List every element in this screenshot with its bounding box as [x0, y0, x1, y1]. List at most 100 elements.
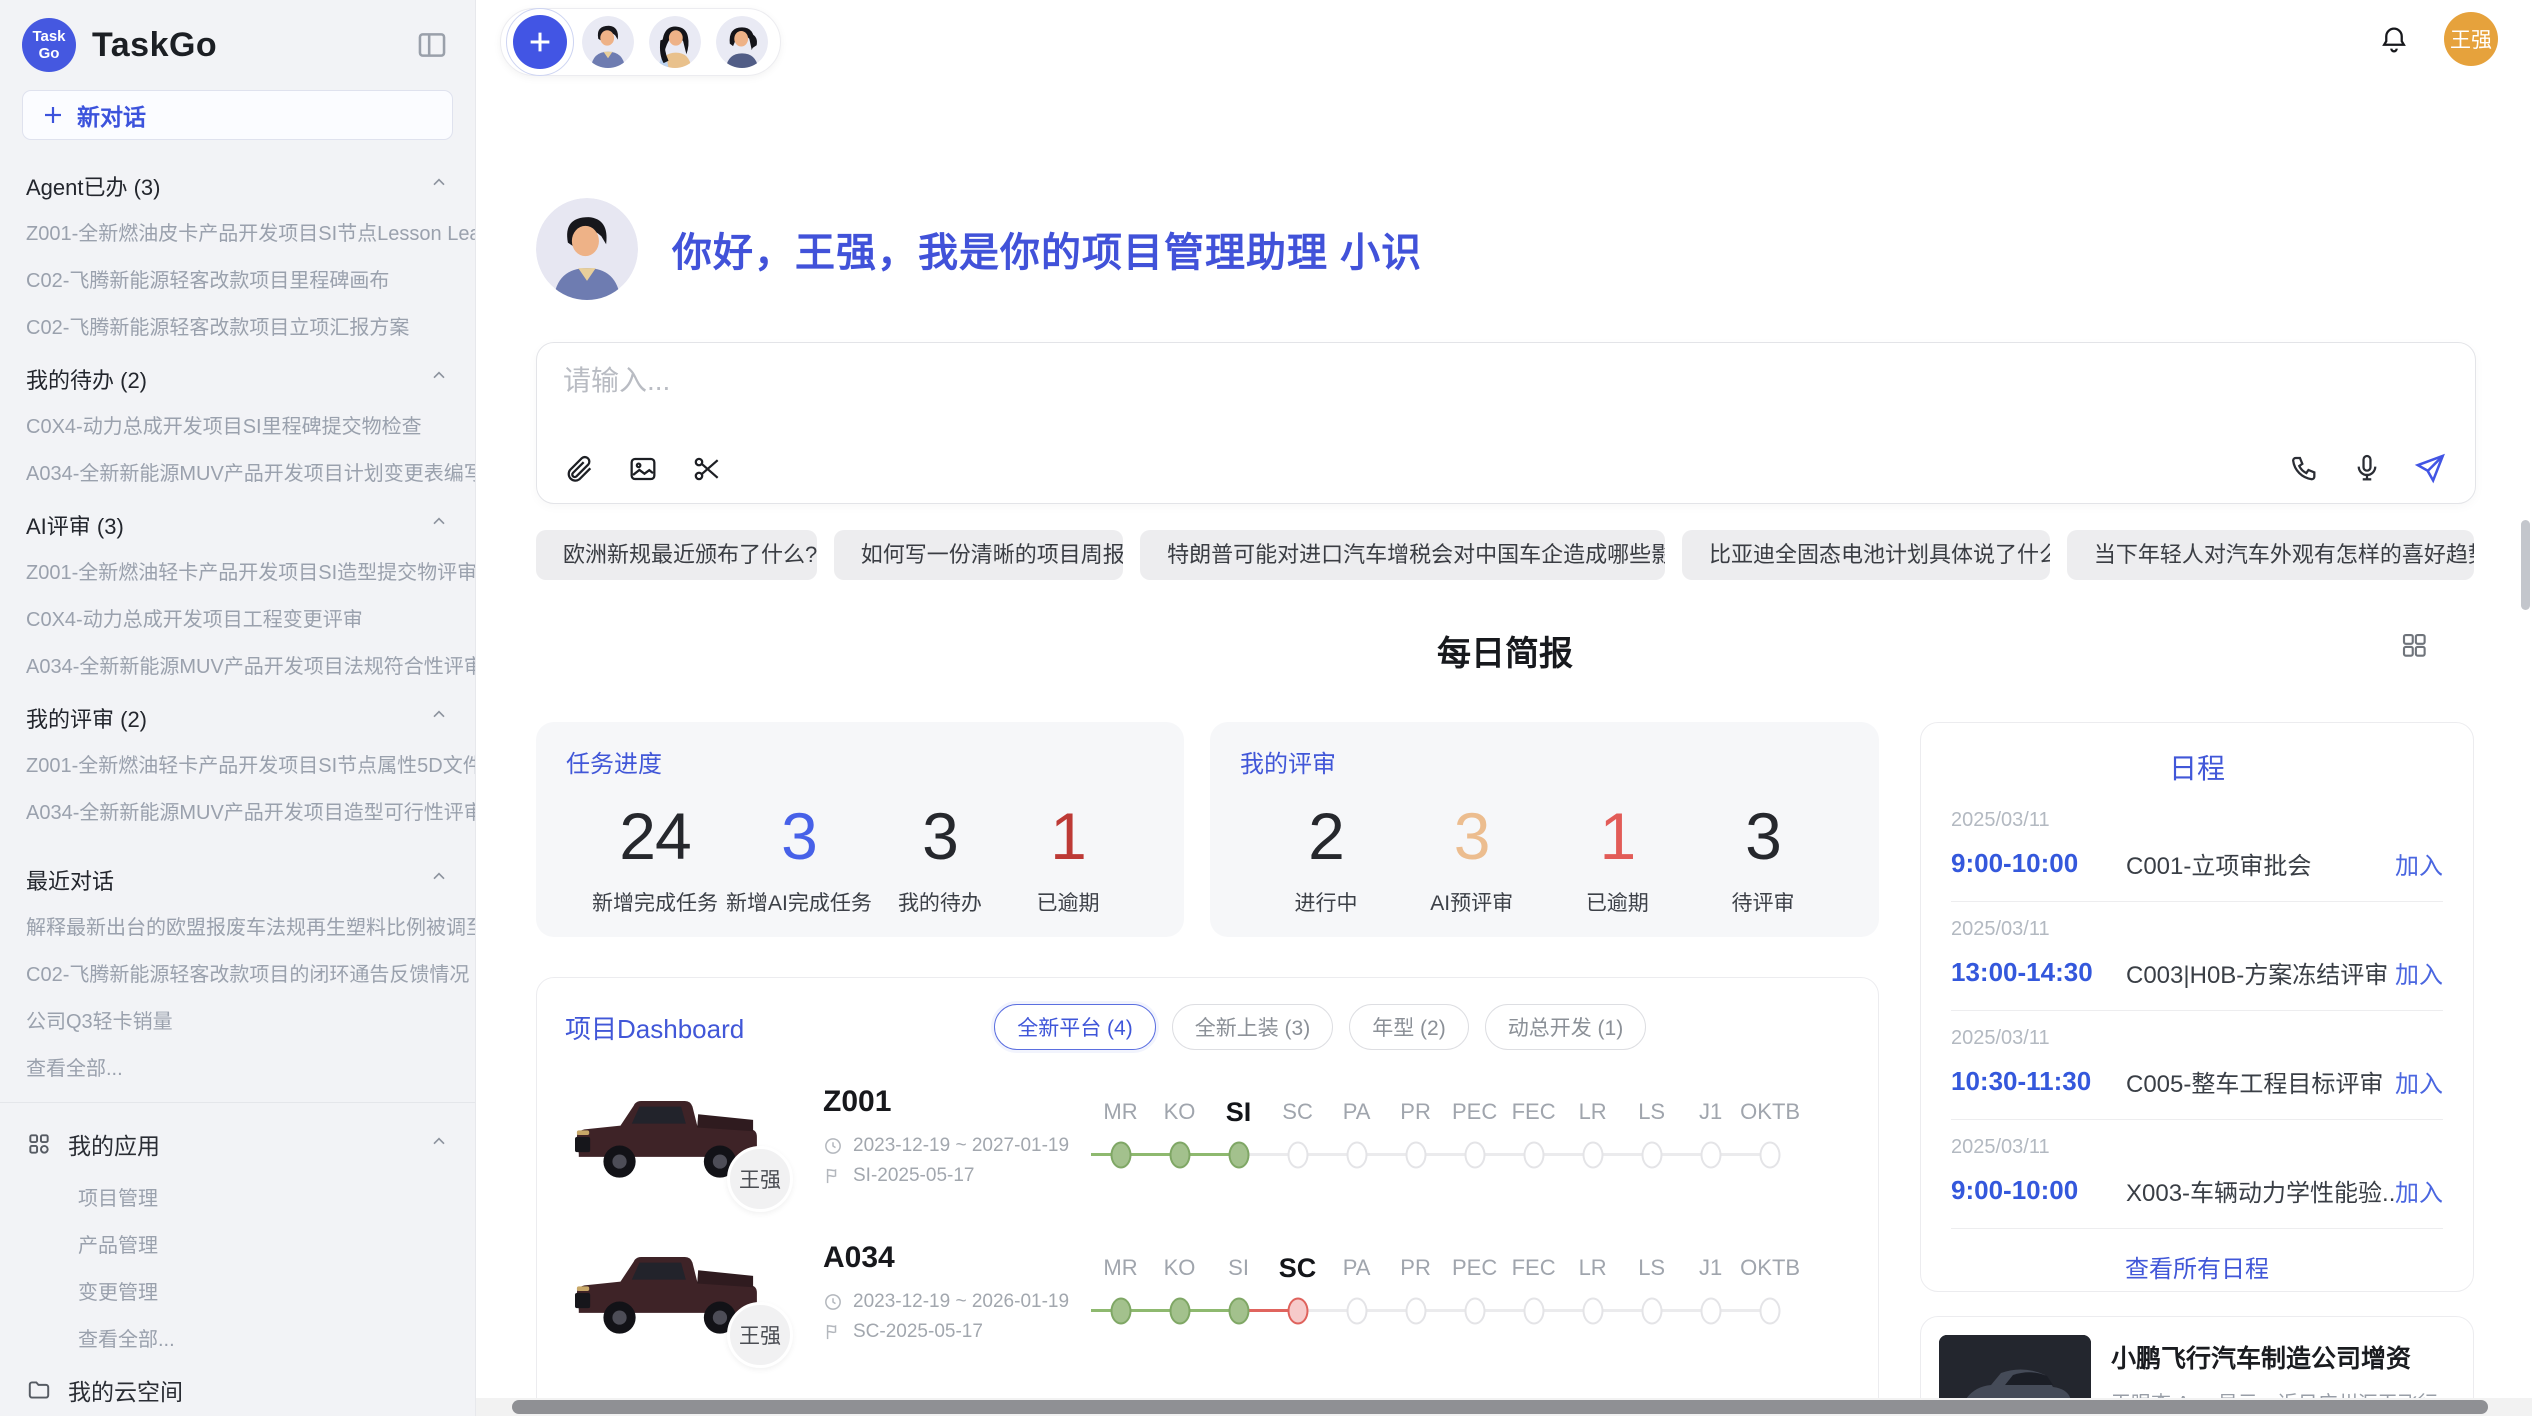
app-item[interactable]: 项目管理	[0, 1173, 475, 1220]
milestone-label: MR	[1091, 1095, 1150, 1129]
sidebar-task-item[interactable]: A034-全新新能源MUV产品开发项目法规符合性评审	[0, 641, 475, 688]
section-header[interactable]: 最近对话	[0, 850, 475, 902]
sidebar-task-item[interactable]: A034-全新新能源MUV产品开发项目造型可行性评审	[0, 787, 475, 834]
milestone-dot	[1169, 1142, 1190, 1169]
stats: 24 新增完成任务 3 新增AI完成任务 3	[566, 779, 1154, 917]
chevron-up-icon[interactable]	[429, 867, 449, 893]
chevron-up-icon[interactable]	[429, 366, 449, 392]
schedule-line: 10:30-11:30 C005-整车工程目标评审 加入	[1951, 1064, 2443, 1099]
suggestion-chip[interactable]: 特朗普可能对进口汽车增税会对中国车企造成哪些影响	[1140, 530, 1665, 580]
sidebar-task-item[interactable]: Z001-全新燃油皮卡产品开发项目SI节点Lesson Learn报告	[0, 208, 475, 255]
chevron-up-icon[interactable]	[429, 512, 449, 538]
section-header[interactable]: 我的待办 (2)	[0, 349, 475, 401]
milestone-dot	[1641, 1298, 1662, 1325]
section-header[interactable]: AI评审 (3)	[0, 495, 475, 547]
phone-icon[interactable]	[2289, 452, 2321, 484]
section-header[interactable]: Agent已办 (3)	[0, 156, 475, 208]
session-avatar-1[interactable]	[582, 16, 634, 68]
sidebar-task-item[interactable]: Z001-全新燃油轻卡产品开发项目SI造型提交物评审	[0, 547, 475, 594]
recent-chat-item[interactable]: C02-飞腾新能源轻客改款项目的闭环通告反馈情况	[0, 949, 475, 996]
section-header[interactable]: 我的评审 (2)	[0, 688, 475, 740]
sidebar-task-item[interactable]: C02-飞腾新能源轻客改款项目里程碑画布	[0, 255, 475, 302]
dashboard-tab[interactable]: 全新平台 (4)	[994, 1004, 1156, 1050]
sidebar-lists: Agent已办 (3) Z001-全新燃油皮卡产品开发项目SI节点Lesson …	[0, 156, 475, 1416]
user-name: 王强	[2450, 24, 2492, 54]
news-title: 小鹏飞行汽车制造公司增资	[2111, 1339, 2455, 1375]
suggestion-chip[interactable]: 比亚迪全固态电池计划具体说了什么	[1682, 530, 2050, 580]
recent-chat-item[interactable]: 公司Q3轻卡销量	[0, 996, 475, 1043]
image-icon[interactable]	[627, 453, 659, 485]
sidebar-task-item[interactable]: C02-飞腾新能源轻客改款项目立项汇报方案	[0, 302, 475, 349]
milestone-label: LR	[1563, 1095, 1622, 1129]
owner-name: 王强	[739, 1164, 781, 1194]
chevron-up-icon[interactable]	[429, 705, 449, 731]
attachment-icon[interactable]	[563, 453, 595, 485]
sidebar-item-cloud-space[interactable]: 我的云空间	[0, 1361, 475, 1416]
chevron-up-icon[interactable]	[429, 173, 449, 199]
notification-bell-icon[interactable]	[2378, 24, 2410, 61]
scissors-icon[interactable]	[691, 453, 723, 485]
recent-chat-item[interactable]: 解释最新出台的欧盟报废车法规再生塑料比例被调至15%...	[0, 902, 475, 949]
project-row[interactable]: 王强 Z001 2023-12-19 ~ 2027-01-19 SI	[565, 1066, 1850, 1206]
milestone-dot-row	[1327, 1289, 1386, 1333]
project-row[interactable]: 王强 A034 2023-12-19 ~ 2026-01-19 SC	[565, 1222, 1850, 1362]
app-item[interactable]: 变更管理	[0, 1267, 475, 1314]
suggestion-chip[interactable]: 如何写一份清晰的项目周报	[834, 530, 1123, 580]
dashboard-tab[interactable]: 全新上装 (3)	[1172, 1004, 1334, 1050]
new-session-button[interactable]	[513, 15, 567, 69]
task-progress-card: 任务进度 24 新增完成任务 3 新增AI	[536, 722, 1184, 937]
send-icon[interactable]	[2413, 451, 2447, 485]
recent-view-all[interactable]: 查看全部...	[0, 1043, 475, 1090]
milestone-label: J1	[1681, 1251, 1740, 1285]
suggestion-chip[interactable]: 欧洲新规最近颁布了什么?	[536, 530, 817, 580]
sidebar-task-item[interactable]: C0X4-动力总成开发项目SI里程碑提交物检查	[0, 401, 475, 448]
suggestion-chip[interactable]: 当下年轻人对汽车外观有怎样的喜好趋势	[2067, 530, 2474, 580]
flag-date: SC-2025-05-17	[853, 1321, 983, 1343]
join-button[interactable]: 加入	[2395, 846, 2443, 881]
owner-name: 王强	[739, 1320, 781, 1350]
stat-cell: 3 AI预评审	[1412, 793, 1532, 917]
dashboard-tab[interactable]: 年型 (2)	[1349, 1004, 1469, 1050]
milestone-dot-row	[1622, 1289, 1681, 1333]
project-dates: 2023-12-19 ~ 2026-01-19	[823, 1291, 1067, 1313]
app-item[interactable]: 产品管理	[0, 1220, 475, 1267]
stat-cell: 2 进行中	[1266, 793, 1386, 917]
user-avatar[interactable]: 王强	[2444, 12, 2498, 66]
owner-badge: 王强	[727, 1146, 793, 1212]
join-button[interactable]: 加入	[2395, 1064, 2443, 1099]
new-chat-button[interactable]: 新对话	[22, 90, 453, 140]
vertical-scrollbar-thumb[interactable]	[2521, 520, 2530, 610]
dashboard-tab[interactable]: 动总开发 (1)	[1485, 1004, 1647, 1050]
horizontal-scrollbar-track	[476, 1398, 2532, 1416]
milestone-dot-row	[1386, 1133, 1445, 1177]
session-avatar-3[interactable]	[716, 16, 768, 68]
session-avatar-2[interactable]	[649, 16, 701, 68]
sidebar-item-my-apps[interactable]: 我的应用	[0, 1115, 475, 1173]
sidebar-task-item[interactable]: C0X4-动力总成开发项目工程变更评审	[0, 594, 475, 641]
sidebar-task-item[interactable]: Z001-全新燃油轻卡产品开发项目SI节点属性5D文件评审	[0, 740, 475, 787]
sidebar-collapse-icon[interactable]	[415, 28, 449, 67]
join-button[interactable]: 加入	[2395, 955, 2443, 990]
view-all-schedule[interactable]: 查看所有日程	[1951, 1229, 2443, 1304]
milestone: PR	[1386, 1095, 1445, 1177]
milestone-dot	[1287, 1142, 1308, 1169]
tab-label: 动总开发 (1)	[1508, 1012, 1624, 1042]
milestone-dot	[1700, 1142, 1721, 1169]
project-vehicle: 王强	[565, 1082, 777, 1190]
chevron-up-icon[interactable]	[429, 1131, 449, 1158]
horizontal-scrollbar-thumb[interactable]	[512, 1400, 2488, 1414]
sidebar-task-item[interactable]: A034-全新新能源MUV产品开发项目计划变更表编写	[0, 448, 475, 495]
milestone: PR	[1386, 1251, 1445, 1333]
app-item[interactable]: 查看全部...	[0, 1314, 475, 1361]
milestone-label: SI	[1209, 1251, 1268, 1285]
microphone-icon[interactable]	[2351, 452, 2383, 484]
project-meta: Z001 2023-12-19 ~ 2027-01-19 SI-2025-05-…	[777, 1085, 1067, 1187]
join-button[interactable]: 加入	[2395, 1173, 2443, 1208]
chat-input[interactable]	[563, 365, 2163, 397]
milestone: MR	[1091, 1251, 1150, 1333]
milestone-label: SC	[1268, 1095, 1327, 1129]
section-title: 我的待办 (2)	[26, 363, 147, 395]
schedule-line: 9:00-10:00 C001-立项审批会 加入	[1951, 846, 2443, 881]
layout-grid-icon[interactable]	[2399, 630, 2429, 665]
stat-label: 新增AI完成任务	[726, 887, 872, 917]
